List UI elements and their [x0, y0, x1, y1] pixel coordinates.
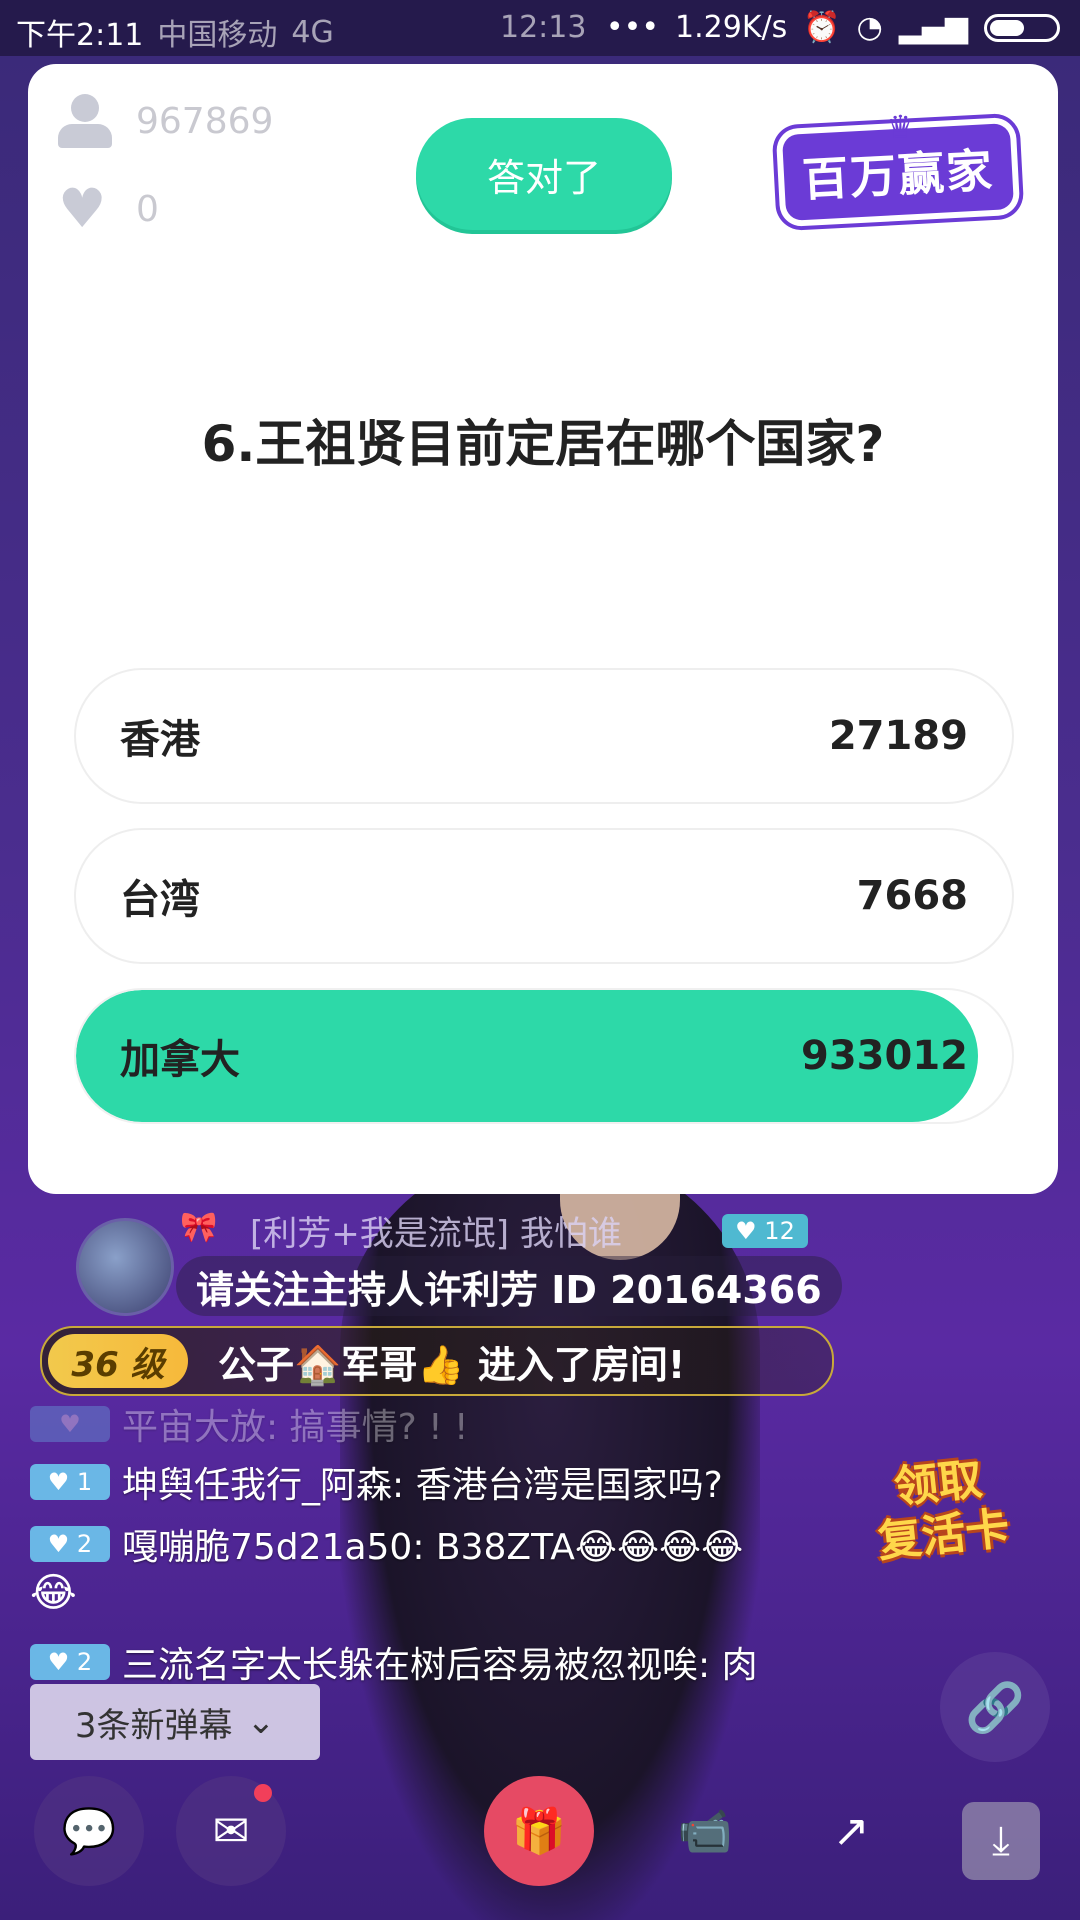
battery-icon — [984, 13, 1060, 42]
chat-text: 坤舆任我行_阿森: 香港台湾是国家吗? — [122, 1465, 723, 1506]
follow-host-banner: 请关注主持人许利芳 ID 20164366 — [176, 1256, 842, 1316]
status-time: 下午2:11 — [16, 18, 144, 53]
chat-text: 三流名字太长躲在树后容易被忽视唉: 肉 — [122, 1645, 758, 1686]
crown-icon: ♛ — [886, 108, 915, 146]
chat-bubble-icon[interactable]: 💬 — [34, 1776, 144, 1886]
user-entered-banner: 36 级 公子🏠军哥👍 进入了房间! — [40, 1326, 834, 1396]
signal-icon: ▂▄▆ — [898, 10, 968, 45]
notification-dot — [254, 1784, 272, 1802]
answer-label: 香港 — [120, 717, 200, 763]
new-danmaku-label: 3条新弹幕 — [74, 1705, 233, 1746]
alarm-icon: ⏰ — [803, 10, 841, 45]
video-icon[interactable]: 📹 — [650, 1776, 760, 1886]
download-icon[interactable]: ⤓ — [962, 1802, 1040, 1880]
chat-message: ♥ 平宙大放: 搞事情? ! ! — [30, 1398, 468, 1450]
network-speed: 1.29K/s — [675, 10, 788, 45]
chat-level-badge: ♥ 1 — [30, 1464, 110, 1500]
viewer-count: 967869 — [58, 94, 273, 148]
enter-text: 公子🏠军哥👍 进入了房间! — [218, 1342, 686, 1387]
host-avatar[interactable] — [76, 1218, 174, 1316]
heart-count: ♥ 0 — [58, 177, 159, 240]
answer-label: 台湾 — [120, 877, 200, 923]
carrier-name: 中国移动 — [157, 18, 278, 53]
chevron-down-icon: ⌄ — [246, 1702, 276, 1742]
heart-icon: ♥ — [58, 177, 107, 240]
user-level-pill: 36 级 — [48, 1334, 188, 1388]
host-level-badge: ♥ 12 — [722, 1214, 808, 1248]
chat-message: ♥ 1 坤舆任我行_阿森: 香港台湾是国家吗? — [30, 1456, 723, 1508]
chat-level-badge: ♥ 2 — [30, 1526, 110, 1562]
result-badge: 答对了 — [416, 118, 672, 230]
viewer-count-value: 967869 — [136, 100, 274, 142]
claim-revive-card-button[interactable]: 领取 复活卡 — [861, 1450, 1021, 1569]
share-icon[interactable]: ↗ — [796, 1776, 906, 1886]
answer-option-2[interactable]: 台湾 7668 — [74, 828, 1014, 964]
question-text: 6.王祖贤目前定居在哪个国家? — [201, 415, 885, 473]
link-icon[interactable]: 🔗 — [940, 1652, 1050, 1762]
answer-count: 7668 — [856, 873, 968, 919]
gift-icon[interactable]: 🎁 — [484, 1776, 594, 1886]
quiz-card: 967869 ♥ 0 答对了 百万赢家 ♛ 6.王祖贤目前定居在哪个国家? 香港… — [28, 64, 1058, 1194]
answer-option-1[interactable]: 香港 27189 — [74, 668, 1014, 804]
wifi-icon: ◔ — [856, 10, 883, 45]
chat-text: 平宙大放: 搞事情? ! ! — [122, 1407, 469, 1448]
answer-count: 27189 — [828, 713, 968, 759]
answer-count: 933012 — [801, 1033, 968, 1079]
heart-count-value: 0 — [136, 188, 159, 230]
answer-label: 加拿大 — [120, 1037, 240, 1083]
status-bar: 下午2:11 中国移动 4G 12:13 ••• 1.29K/s ⏰ ◔ ▂▄▆ — [0, 0, 1080, 56]
network-type: 4G — [291, 14, 334, 50]
clock: 12:13 — [500, 10, 587, 45]
new-danmaku-button[interactable]: 3条新弹幕 ⌄ — [30, 1684, 320, 1760]
chat-message: ♥ 2 嘎嘣脆75d21a50: B38ZTA😂😂😂😂 — [30, 1518, 743, 1570]
chat-level-badge: ♥ 2 — [30, 1644, 110, 1680]
host-name-line: [利芳+我是流氓] 我怕谁 — [250, 1214, 622, 1254]
person-icon — [58, 94, 112, 148]
chat-text: 嘎嘣脆75d21a50: B38ZTA😂😂😂😂 — [122, 1527, 744, 1568]
chat-message: ♥ 2 三流名字太长躲在树后容易被忽视唉: 肉 — [30, 1636, 758, 1688]
chat-emoji-continuation: 😂 — [30, 1570, 77, 1616]
more-dots-icon: ••• — [605, 10, 660, 45]
gift-bow-icon: 🎀 — [180, 1210, 218, 1245]
answer-option-3-correct[interactable]: 加拿大 933012 — [74, 988, 1014, 1124]
chat-level-badge: ♥ — [30, 1406, 110, 1442]
